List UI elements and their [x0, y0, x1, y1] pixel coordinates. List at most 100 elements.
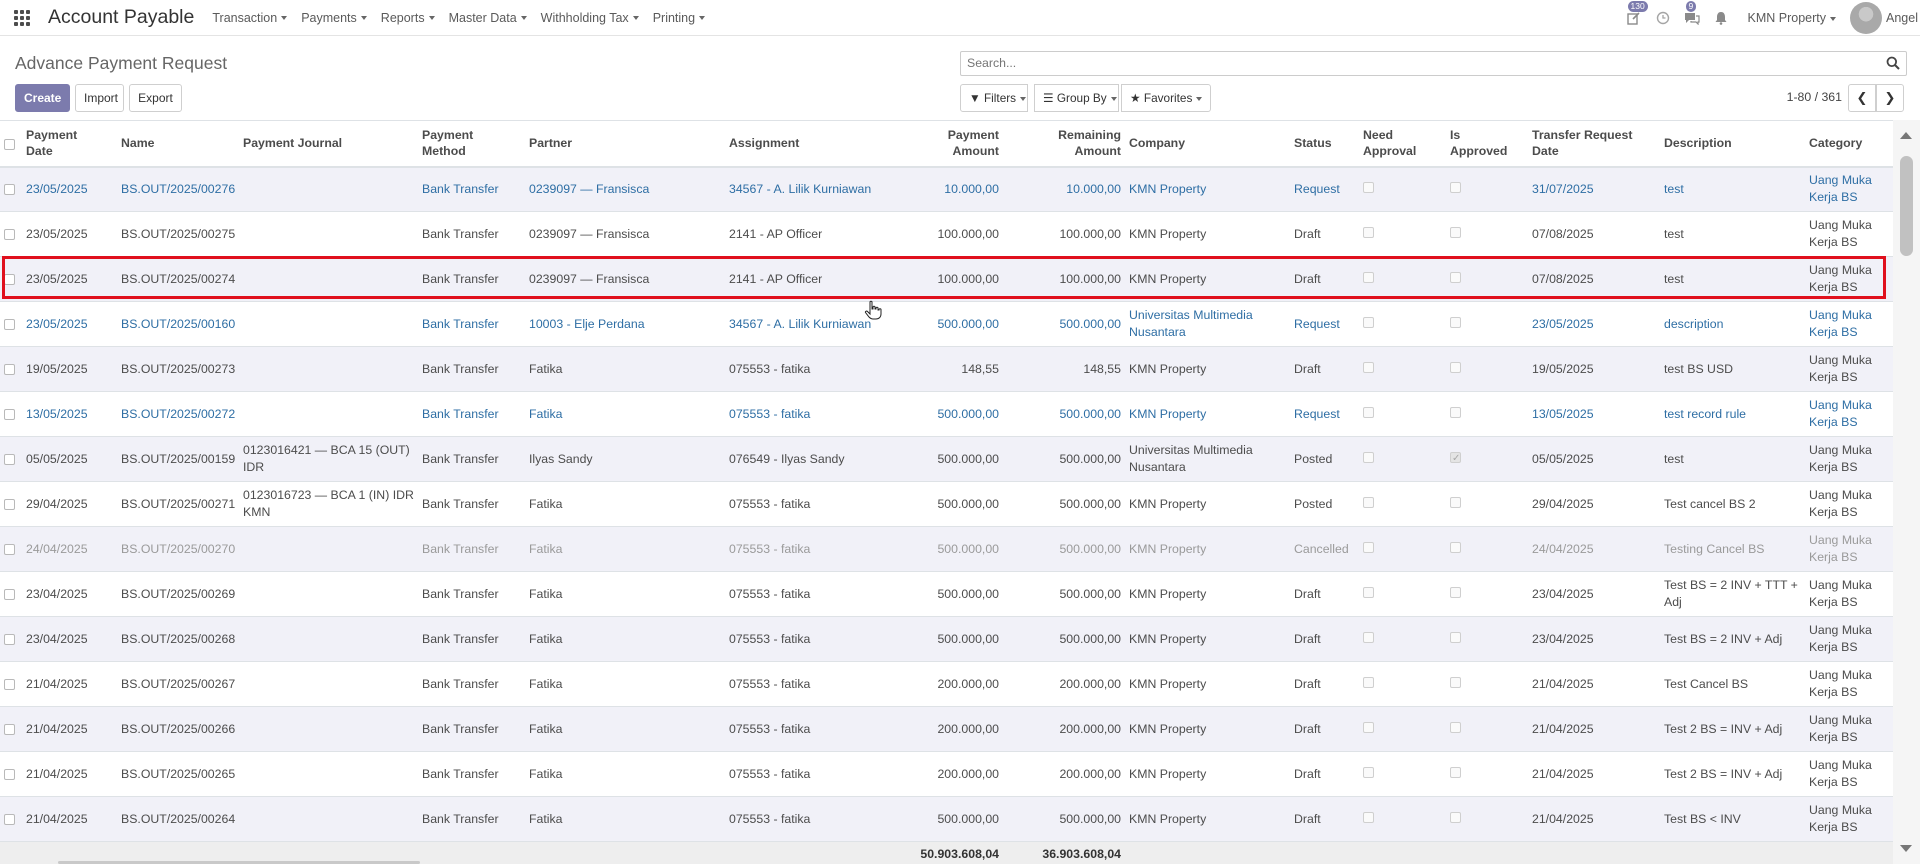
row-select-cell[interactable] — [0, 481, 22, 527]
table-row[interactable]: 05/05/2025 BS.OUT/2025/00159 0123016421 — … — [0, 436, 1893, 482]
column-company[interactable]: Company — [1125, 120, 1290, 168]
search-bar[interactable] — [960, 51, 1907, 76]
table-row[interactable]: 23/05/2025 BS.OUT/2025/00275 Bank Transfer… — [0, 211, 1893, 257]
is-approved-cell — [1446, 346, 1528, 392]
table-row[interactable]: 23/05/2025 BS.OUT/2025/00276 Bank Transfer… — [0, 166, 1893, 212]
row-checkbox[interactable] — [4, 813, 15, 825]
row-checkbox[interactable] — [4, 633, 15, 645]
row-checkbox[interactable] — [4, 678, 15, 690]
row-checkbox[interactable] — [4, 588, 15, 600]
menu-withholding-tax[interactable]: Withholding Tax — [541, 11, 639, 25]
messages-icon[interactable]: 9 — [1684, 1, 1700, 26]
column-partner[interactable]: Partner — [525, 120, 725, 168]
row-select-cell[interactable] — [0, 796, 22, 842]
scroll-down-icon[interactable] — [1900, 845, 1912, 852]
row-checkbox[interactable] — [4, 363, 15, 375]
column-remaining-amount[interactable]: Remaining Amount — [1003, 120, 1125, 168]
group-by-button[interactable]: ☰ Group By — [1034, 84, 1119, 112]
table-row[interactable]: 21/04/2025 BS.OUT/2025/00264 Bank Transfer… — [0, 796, 1893, 842]
row-select-cell[interactable] — [0, 391, 22, 437]
favorites-button[interactable]: ★ Favorites — [1121, 84, 1211, 112]
create-button[interactable]: Create — [15, 84, 70, 112]
user-avatar[interactable] — [1850, 2, 1883, 34]
column-description[interactable]: Description — [1660, 120, 1805, 168]
column-payment-journal[interactable]: Payment Journal — [239, 120, 418, 168]
row-checkbox[interactable] — [4, 723, 15, 735]
row-select-cell[interactable] — [0, 526, 22, 572]
column-payment-amount[interactable]: Payment Amount — [885, 120, 1003, 168]
pager-previous-button[interactable]: ❮ — [1848, 84, 1876, 112]
table-row[interactable]: 23/04/2025 BS.OUT/2025/00269 Bank Transfer… — [0, 571, 1893, 617]
table-row[interactable]: 24/04/2025 BS.OUT/2025/00270 Bank Transfer… — [0, 526, 1893, 572]
table-row[interactable]: 29/04/2025 BS.OUT/2025/00271 0123016723 — … — [0, 481, 1893, 527]
company-switcher[interactable]: KMN Property — [1748, 11, 1837, 25]
column-is-approved[interactable]: Is Approved — [1446, 120, 1528, 168]
row-select-cell[interactable] — [0, 211, 22, 257]
scrollbar-thumb[interactable] — [1900, 156, 1913, 256]
row-select-cell[interactable] — [0, 436, 22, 482]
menu-master-data[interactable]: Master Data — [449, 11, 527, 25]
row-checkbox[interactable] — [4, 408, 15, 420]
row-checkbox[interactable] — [4, 228, 15, 240]
page-title: Advance Payment Request — [15, 53, 228, 73]
row-checkbox[interactable] — [4, 498, 15, 510]
export-button[interactable]: Export — [129, 84, 182, 112]
vertical-scrollbar[interactable] — [1893, 120, 1920, 864]
user-name[interactable]: Angel — [1886, 11, 1918, 25]
table-row[interactable]: 13/05/2025 BS.OUT/2025/00272 Bank Transfer… — [0, 391, 1893, 437]
row-select-cell[interactable] — [0, 256, 22, 302]
table-row[interactable]: 23/04/2025 BS.OUT/2025/00268 Bank Transfer… — [0, 616, 1893, 662]
column-payment-method[interactable]: Payment Method — [418, 120, 525, 168]
description-cell: Test 2 BS = INV + Adj — [1660, 706, 1805, 752]
search-icon[interactable] — [1886, 56, 1900, 70]
menu-reports[interactable]: Reports — [381, 11, 435, 25]
row-select-cell[interactable] — [0, 301, 22, 347]
column-payment-date[interactable]: Payment Date — [22, 120, 117, 168]
column-category[interactable]: Category — [1805, 120, 1893, 168]
import-button[interactable]: Import — [75, 84, 124, 112]
row-checkbox[interactable] — [4, 318, 15, 330]
menu-transaction[interactable]: Transaction — [212, 11, 287, 25]
row-checkbox[interactable] — [4, 543, 15, 555]
row-select-cell[interactable] — [0, 346, 22, 392]
name-cell: BS.OUT/2025/00276 — [117, 166, 239, 212]
pager-value[interactable]: 1-80 / 361 — [1787, 90, 1842, 104]
activity-edit-icon[interactable]: 130 — [1626, 1, 1648, 26]
column-need-approval[interactable]: Need Approval — [1359, 120, 1446, 168]
category-cell: Uang Muka Kerja BS — [1805, 661, 1893, 707]
pager-next-button[interactable]: ❯ — [1876, 84, 1904, 112]
table-row[interactable]: 21/04/2025 BS.OUT/2025/00265 Bank Transfer… — [0, 751, 1893, 797]
description-cell: Test BS = 2 INV + TTT + Adj — [1660, 571, 1805, 617]
row-select-cell[interactable] — [0, 706, 22, 752]
filters-button[interactable]: ▼ Filters — [960, 84, 1028, 112]
table-row[interactable]: 21/04/2025 BS.OUT/2025/00266 Bank Transfer… — [0, 706, 1893, 752]
table-row[interactable]: 19/05/2025 BS.OUT/2025/00273 Bank Transfer… — [0, 346, 1893, 392]
column-assignment[interactable]: Assignment — [725, 120, 885, 168]
menu-printing[interactable]: Printing — [653, 11, 705, 25]
row-select-cell[interactable] — [0, 616, 22, 662]
bell-icon[interactable] — [1713, 10, 1729, 26]
row-select-cell[interactable] — [0, 166, 22, 212]
row-checkbox[interactable] — [4, 273, 15, 285]
row-select-cell[interactable] — [0, 661, 22, 707]
apps-grid-icon[interactable] — [14, 9, 30, 26]
row-checkbox[interactable] — [4, 453, 15, 465]
need-approval-cell — [1359, 256, 1446, 302]
select-all-checkbox[interactable] — [4, 138, 15, 150]
column-name[interactable]: Name — [117, 120, 239, 168]
row-select-cell[interactable] — [0, 571, 22, 617]
menu-payments[interactable]: Payments — [301, 11, 367, 25]
clock-icon[interactable] — [1655, 10, 1671, 26]
search-input[interactable] — [965, 52, 1865, 74]
scroll-up-icon[interactable] — [1900, 132, 1912, 139]
app-title[interactable]: Account Payable — [48, 6, 194, 29]
row-checkbox[interactable] — [4, 184, 15, 195]
row-select-cell[interactable] — [0, 751, 22, 797]
table-row[interactable]: 21/04/2025 BS.OUT/2025/00267 Bank Transfer… — [0, 661, 1893, 707]
row-checkbox[interactable] — [4, 768, 15, 780]
table-row[interactable]: 23/05/2025 BS.OUT/2025/00274 Bank Transfer… — [0, 256, 1893, 302]
column-transfer-request-date[interactable]: Transfer Request Date — [1528, 120, 1660, 168]
select-all-header[interactable] — [0, 120, 22, 168]
column-status[interactable]: Status — [1290, 120, 1359, 168]
table-row[interactable]: 23/05/2025 BS.OUT/2025/00160 Bank Transfer… — [0, 301, 1893, 347]
